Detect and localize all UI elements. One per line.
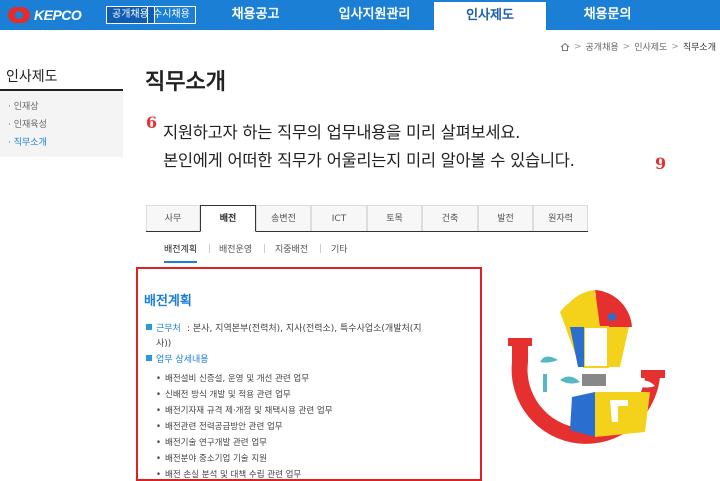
tab-civil[interactable]: 토목 [367, 205, 422, 231]
subtab-divider [264, 244, 265, 253]
open-quote-icon: 6 [146, 113, 158, 132]
occasional-hiring-tab[interactable]: 수시채용 [147, 6, 196, 24]
workplace-value: : 본사, 지역본부(전력처), 지사(전력소), 특수사업소(개발처(지 [187, 324, 422, 334]
tab-architecture[interactable]: 건축 [422, 205, 478, 231]
chevron-right-icon: > [622, 41, 631, 52]
nav-application-management[interactable]: 입사지원관리 [317, 0, 432, 30]
nav-job-postings[interactable]: 채용공고 [198, 0, 313, 30]
tab-distribution[interactable]: 배전 [200, 205, 256, 232]
tab-nuclear[interactable]: 원자력 [533, 205, 588, 231]
duty-item: 배전설비 신증설, 운영 및 개선 관련 업무 [156, 372, 309, 384]
kepco-logo-icon [8, 7, 30, 23]
page-title: 직무소개 [145, 70, 226, 95]
breadcrumb: > 공개채용 > 인사제도 > 직무소개 [560, 40, 716, 53]
close-quote-icon: 9 [655, 154, 667, 173]
workplace-value-continued: 사)) [156, 339, 172, 349]
duty-item: 신배전 방식 개발 및 적용 관련 업무 [156, 388, 291, 400]
logo-text: KEPCO [34, 7, 82, 23]
subtab-divider [209, 244, 210, 253]
top-navigation-bar: KEPCO 공개채용 수시채용 채용공고 입사지원관리 인사제도 채용문의 [0, 0, 720, 30]
bullet-square-icon [146, 355, 152, 361]
sidebar-item-development[interactable]: · 인재육성 [8, 117, 47, 130]
home-icon[interactable] [560, 42, 570, 52]
tab-transmission[interactable]: 송변전 [256, 205, 311, 231]
chevron-right-icon: > [573, 41, 582, 52]
subtab-distribution-operation[interactable]: 배전운영 [219, 242, 252, 255]
subtab-distribution-planning[interactable]: 배전계획 [164, 242, 198, 263]
breadcrumb-current: 직무소개 [682, 43, 716, 53]
duty-item: 배전기자재 규격 제·개정 및 채택시용 관련 업무 [156, 404, 333, 416]
intro-line-2: 본인에게 어떠한 직무가 어울리는지 미리 알아볼 수 있습니다. [163, 151, 575, 170]
chevron-right-icon: > [671, 41, 679, 52]
tab-generation[interactable]: 발전 [478, 205, 533, 231]
subtab-underground-distribution[interactable]: 지중배전 [275, 242, 308, 255]
tab-office[interactable]: 사무 [146, 205, 200, 231]
duty-item: 배전기술 연구개발 관련 업무 [156, 436, 267, 448]
nav-hiring-inquiry[interactable]: 채용문의 [550, 0, 665, 30]
job-category-tabs: 사무 배전 송변전 ICT 토목 건축 발전 원자력 [146, 205, 588, 232]
duty-item: 배전분야 중소기업 기술 지원 [156, 452, 267, 464]
duty-item: 배전 손실 분석 및 대책 수립 관련 업무 [156, 468, 301, 480]
sidebar-title: 인사제도 [6, 69, 58, 85]
lightbulb-illustration-icon [508, 290, 665, 444]
intro-line-1: 지원하고자 하는 직무의 업무내용을 미리 살펴보세요. [163, 123, 521, 142]
bullet-square-icon [146, 324, 152, 330]
subtab-divider [320, 244, 321, 253]
workplace-label: 근무처 [156, 324, 181, 334]
sidebar-item-job-intro[interactable]: · 직무소개 [8, 135, 47, 148]
kepco-logo[interactable]: KEPCO [8, 6, 82, 24]
sidebar-item-talent[interactable]: · 인재상 [8, 99, 39, 112]
breadcrumb-item[interactable]: 공개채용 [586, 40, 619, 53]
duties-label: 업무 상세내용 [156, 355, 209, 365]
nav-hr-system[interactable]: 인사제도 [434, 0, 546, 30]
tab-ict[interactable]: ICT [311, 205, 367, 231]
subtab-etc[interactable]: 기타 [331, 242, 348, 255]
duty-item: 배전관련 전력공급방안 관련 업무 [156, 420, 283, 432]
job-detail-heading: 배전계획 [144, 294, 192, 309]
breadcrumb-item[interactable]: 인사제도 [634, 40, 667, 53]
